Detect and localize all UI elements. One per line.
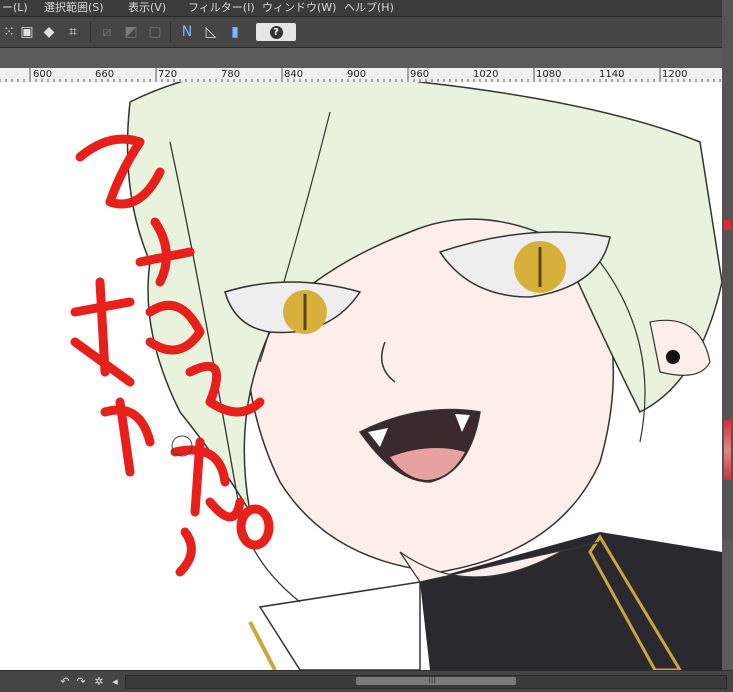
shirt-collar — [258, 581, 421, 670]
ruler-label: 1200 — [662, 69, 688, 80]
toolbar-gap — [0, 48, 722, 68]
scroll-grip: ||| — [428, 674, 437, 683]
ruler-label: 660 — [95, 69, 115, 80]
toolbar-separator — [170, 22, 171, 42]
scroll-left-icon[interactable]: ◂ — [108, 674, 122, 688]
drawing-canvas[interactable] — [0, 82, 722, 670]
ruler-label: 960 — [410, 69, 430, 80]
settings-icon[interactable]: ✲ — [92, 674, 106, 688]
ruler-label: 1080 — [536, 69, 562, 80]
menu-window[interactable]: ウィンドウ(W) — [262, 0, 336, 16]
color-palette[interactable] — [724, 420, 731, 480]
snap-ruler-icon[interactable]: ▮ — [226, 23, 244, 41]
ruler-triangle-icon[interactable]: ◺ — [202, 23, 220, 41]
help-icon: ? — [269, 25, 283, 39]
right-panel-strip — [722, 0, 733, 540]
vector-n-icon[interactable]: Ν — [178, 23, 196, 41]
illustration — [70, 82, 722, 670]
toolbar-separator — [90, 22, 91, 42]
ruler-label: 600 — [33, 69, 53, 80]
layer-box-icon[interactable]: ▣ — [18, 23, 36, 41]
earring — [666, 350, 680, 364]
horizontal-scrollbar[interactable]: ||| — [125, 674, 727, 689]
help-button[interactable]: ? — [256, 23, 296, 41]
ruler-label: 840 — [284, 69, 304, 80]
ruler-label: 720 — [158, 69, 178, 80]
undo-icon[interactable]: ↶ — [58, 674, 72, 688]
horizontal-ruler: 600 660 720 780 840 900 960 1020 1080 11… — [0, 68, 722, 83]
pen-disabled-icon[interactable]: ⧄ — [98, 23, 116, 41]
transform-handles-icon[interactable]: ⁙ — [0, 23, 18, 41]
status-bar: ↶ ↷ ✲ ◂ ||| — [0, 670, 733, 692]
eraser-fill-icon[interactable]: ◆ — [40, 23, 58, 41]
menu-bar: ー(L) 選択範囲(S) 表示(V) フィルター(I) ウィンドウ(W) ヘルプ… — [0, 0, 733, 16]
menu-filter[interactable]: フィルター(I) — [188, 0, 255, 16]
menu-view[interactable]: 表示(V) — [128, 0, 166, 16]
crop-frame-icon[interactable]: ⌗ — [64, 23, 82, 41]
menu-help[interactable]: ヘルプ(H) — [344, 0, 394, 16]
ruler-label: 780 — [221, 69, 241, 80]
ruler-label: 1140 — [599, 69, 625, 80]
ruler-label: 1020 — [473, 69, 499, 80]
menu-layer[interactable]: ー(L) — [2, 0, 28, 16]
coat-trim — [248, 621, 277, 670]
square-disabled-icon[interactable]: ▢ — [146, 23, 164, 41]
tone-disabled-icon[interactable]: ◩ — [122, 23, 140, 41]
redo-icon[interactable]: ↷ — [74, 674, 88, 688]
menu-selection[interactable]: 選択範囲(S) — [44, 0, 104, 16]
scrollbar-thumb[interactable]: ||| — [356, 674, 516, 685]
command-toolbar: ⁙ ▣ ◆ ⌗ ⧄ ◩ ▢ Ν ◺ ▮ ? — [0, 16, 733, 48]
ruler-label: 900 — [347, 69, 367, 80]
color-swatch[interactable] — [724, 220, 731, 230]
